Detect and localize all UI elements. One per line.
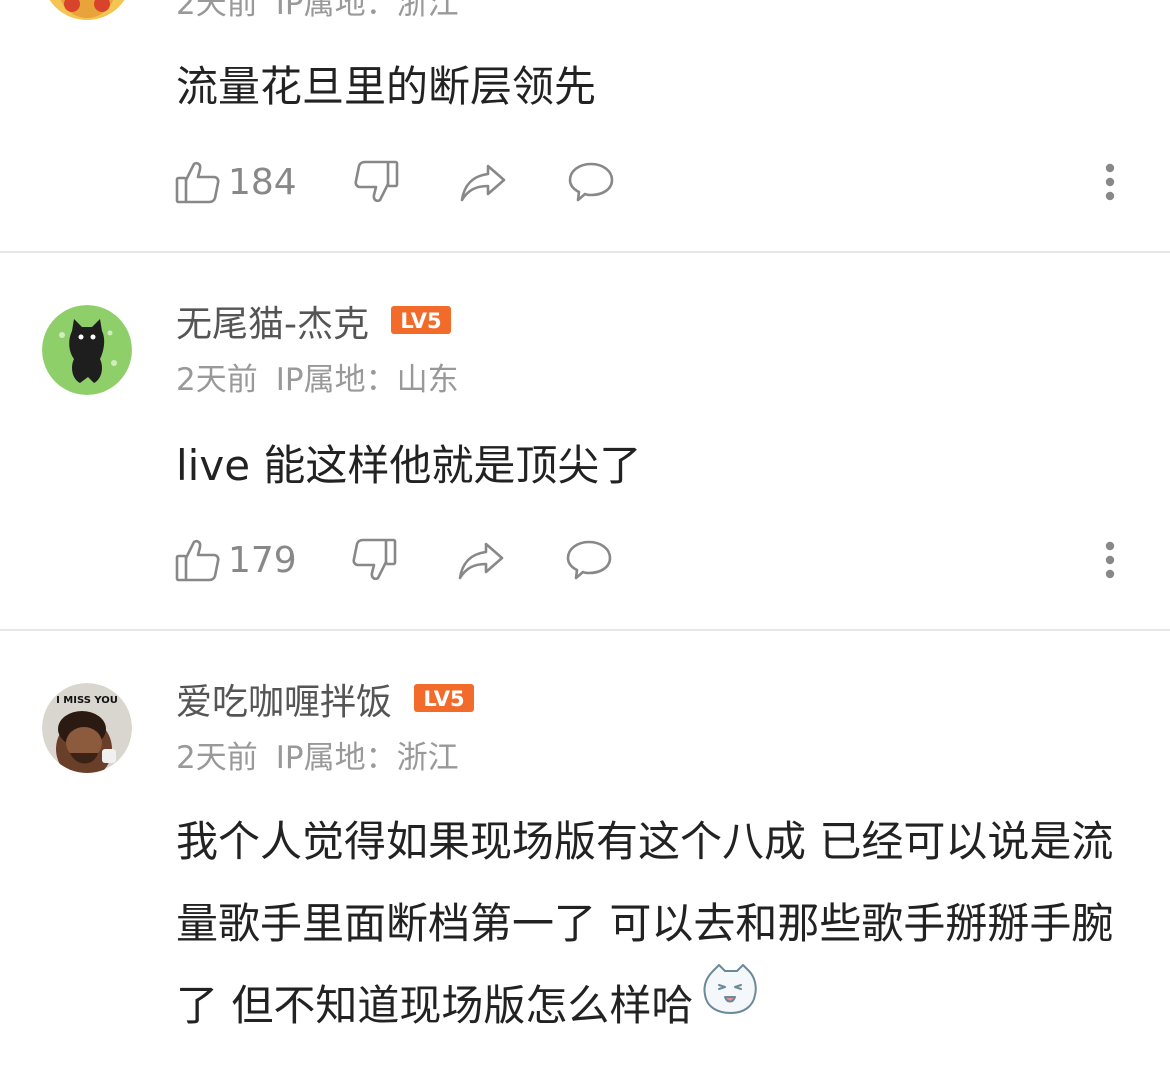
more-vertical-icon bbox=[1098, 158, 1122, 206]
thumbs-up-icon bbox=[174, 158, 222, 206]
share-button[interactable] bbox=[456, 530, 506, 590]
username-text: 无尾猫-杰克 bbox=[176, 304, 369, 345]
more-options-button[interactable] bbox=[1098, 530, 1122, 590]
like-count: 184 bbox=[228, 161, 297, 203]
username-text: 爱吃咖喱拌饭 bbox=[176, 682, 393, 723]
comment-meta: 2天前 IP属地：浙江 bbox=[176, 0, 459, 24]
avatar[interactable]: I MISS YOU bbox=[42, 683, 132, 773]
share-button[interactable] bbox=[458, 152, 508, 212]
ip-label: IP属地： bbox=[275, 0, 397, 22]
comment-item: 2天前 IP属地：浙江 流量花旦里的断层领先 184 bbox=[0, 0, 1170, 252]
comment-actions: 184 bbox=[0, 152, 1170, 212]
thumbs-up-icon bbox=[174, 536, 222, 584]
comment-bubble-icon bbox=[566, 158, 616, 206]
username[interactable]: 无尾猫-杰克 LV5 bbox=[176, 303, 451, 348]
comment-item: 无尾猫-杰克 LV5 2天前 IP属地：山东 live 能这样他就是顶尖了 179 bbox=[0, 253, 1170, 630]
comment-time: 2天前 bbox=[176, 740, 258, 776]
comment-meta: 2天前 IP属地：浙江 bbox=[176, 738, 459, 778]
like-button[interactable]: 179 bbox=[174, 530, 297, 590]
avatar[interactable] bbox=[42, 305, 132, 395]
more-vertical-icon bbox=[1098, 536, 1122, 584]
reply-button[interactable] bbox=[564, 530, 614, 590]
ip-label: IP属地： bbox=[275, 740, 397, 776]
level-text: LV5 bbox=[400, 309, 441, 333]
share-arrow-icon bbox=[458, 158, 508, 206]
thumbs-down-icon bbox=[350, 536, 398, 584]
black-cat-avatar bbox=[42, 305, 132, 395]
avatar[interactable] bbox=[42, 0, 132, 20]
thumbs-down-icon bbox=[352, 158, 400, 206]
ip-label: IP属地： bbox=[275, 362, 397, 398]
sticker-emoji-icon bbox=[699, 962, 761, 1044]
comment-text: live 能这样他就是顶尖了 bbox=[176, 441, 642, 490]
comment-feed: 2天前 IP属地：浙江 流量花旦里的断层领先 184 无尾猫-杰克 LV5 2天… bbox=[0, 0, 1170, 1068]
comment-bubble-icon bbox=[564, 536, 614, 584]
like-count: 179 bbox=[228, 539, 297, 581]
comment-text-content: 我个人觉得如果现场版有这个八成 已经可以说是流量歌手里面断档第一了 可以去和那些… bbox=[176, 817, 1114, 1030]
more-options-button[interactable] bbox=[1098, 152, 1122, 212]
username[interactable]: 爱吃咖喱拌饭 LV5 bbox=[176, 679, 475, 726]
ip-location: 浙江 bbox=[396, 740, 459, 776]
comment-actions: 179 bbox=[0, 530, 1170, 590]
level-text: LV5 bbox=[423, 687, 464, 711]
comment-time: 2天前 bbox=[176, 362, 258, 398]
level-badge: LV5 bbox=[414, 679, 475, 723]
ip-location: 山东 bbox=[396, 362, 459, 398]
like-button[interactable]: 184 bbox=[174, 152, 297, 212]
comment-meta: 2天前 IP属地：山东 bbox=[176, 360, 459, 400]
dislike-button[interactable] bbox=[352, 152, 400, 212]
reply-button[interactable] bbox=[566, 152, 616, 212]
dislike-button[interactable] bbox=[350, 530, 398, 590]
avatar-caption: I MISS YOU bbox=[56, 695, 118, 706]
level-badge: LV5 bbox=[391, 301, 451, 345]
comment-item: I MISS YOU 爱吃咖喱拌饭 LV5 2天前 IP属地：浙江 我个人觉得如果… bbox=[0, 631, 1170, 1068]
share-arrow-icon bbox=[456, 536, 506, 584]
comment-text: 我个人觉得如果现场版有这个八成 已经可以说是流量歌手里面断档第一了 可以去和那些… bbox=[176, 801, 1126, 1050]
ip-location: 浙江 bbox=[396, 0, 459, 22]
comment-time: 2天前 bbox=[176, 0, 258, 22]
comment-text: 流量花旦里的断层领先 bbox=[176, 62, 597, 111]
